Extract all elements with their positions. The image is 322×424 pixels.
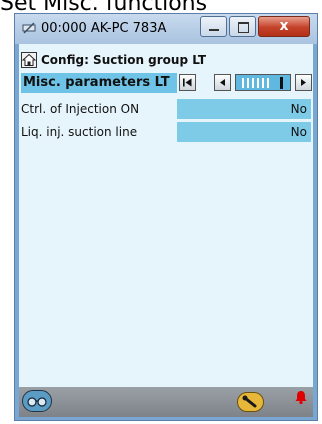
close-icon: x [279, 18, 289, 34]
step-forward-icon [301, 79, 306, 86]
app-icon [22, 22, 36, 34]
submenu-bar: Misc. parameters LT [21, 73, 312, 93]
bottom-toolbar [19, 387, 313, 417]
scroll-tick [247, 78, 249, 88]
step-back-icon [220, 79, 225, 86]
scroll-tick [267, 78, 269, 88]
parameter-value[interactable]: No [177, 99, 311, 119]
home-button[interactable] [21, 52, 37, 68]
parameter-label: Liq. inj. suction line [21, 125, 138, 139]
maximize-button[interactable] [229, 16, 256, 37]
client-area: Config: Suction group LT Misc. parameter… [19, 44, 313, 417]
previous-page-button[interactable] [214, 74, 231, 91]
app-window: 00:000 AK-PC 783A x Config: Suction grou… [14, 13, 318, 421]
service-button[interactable] [237, 392, 264, 412]
first-page-button[interactable] [179, 74, 196, 91]
parameter-value[interactable]: No [177, 122, 311, 142]
title-bar[interactable]: 00:000 AK-PC 783A x [15, 14, 317, 44]
glasses-icon [27, 397, 47, 407]
scroll-tick [257, 78, 259, 88]
parameter-label: Ctrl. of Injection ON [21, 102, 140, 116]
scroll-tick [242, 78, 244, 88]
next-page-button[interactable] [295, 74, 312, 91]
home-icon [22, 53, 36, 66]
submenu-title: Misc. parameters LT [21, 73, 177, 93]
alarm-bell-icon[interactable] [293, 389, 309, 405]
scroll-thumb[interactable] [280, 77, 283, 89]
screen-title: Config: Suction group LT [41, 53, 207, 67]
scroll-tick [252, 78, 254, 88]
close-button[interactable]: x [258, 16, 310, 37]
minimize-button[interactable] [200, 16, 227, 37]
scroll-tick [262, 78, 264, 88]
view-button[interactable] [22, 390, 52, 412]
parameter-row-injection-on[interactable]: Ctrl. of Injection ON No [21, 99, 311, 119]
maximize-icon [238, 22, 249, 33]
window-title: 00:000 AK-PC 783A [41, 21, 167, 36]
skip-first-icon [183, 78, 192, 87]
wrench-icon [242, 395, 257, 408]
parameter-row-liq-inj-suction[interactable]: Liq. inj. suction line No [21, 122, 311, 142]
minimize-icon [209, 29, 219, 31]
page-scroll-indicator[interactable] [235, 74, 291, 91]
